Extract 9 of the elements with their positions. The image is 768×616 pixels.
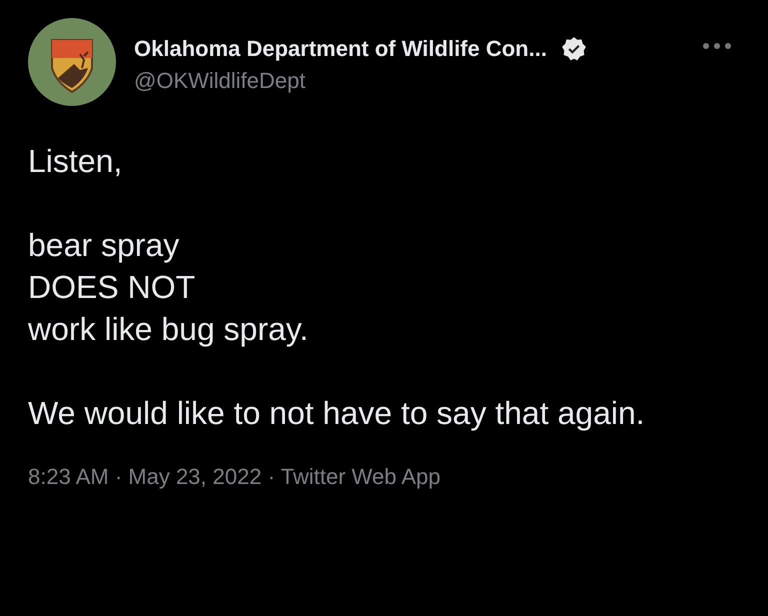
tweet-text: We would like to not have to say that again.: [28, 394, 646, 433]
tweet-text: bear spray DOES NOT work like bug spray.: [28, 226, 310, 349]
more-icon[interactable]: [702, 42, 732, 50]
verified-icon: [560, 36, 587, 62]
account-name[interactable]: Oklahoma Department of Wildlife Con...: [134, 36, 547, 62]
tweet-text: Listen,: [28, 142, 124, 181]
avatar-icon: [28, 18, 116, 106]
account-handle[interactable]: @OKWildlifeDept: [134, 68, 306, 94]
tweet-timestamp: 8:23 AM · May 23, 2022 · Twitter Web App: [28, 464, 442, 490]
